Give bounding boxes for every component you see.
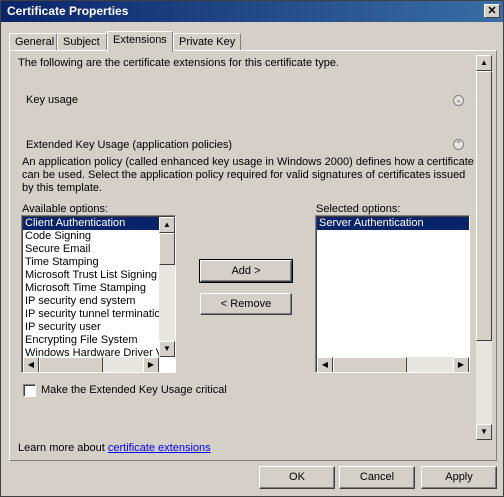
- list-item[interactable]: IP security tunnel termination: [23, 308, 159, 321]
- selected-horizontal-scrollbar[interactable]: ◀ ▶: [317, 357, 469, 372]
- list-item[interactable]: Microsoft Time Stamping: [23, 282, 159, 295]
- certificate-properties-dialog: Certificate Properties ✕ General Subject…: [0, 0, 504, 497]
- learn-more-text: Learn more about certificate extensions: [18, 442, 211, 454]
- scroll-down-arrow-icon[interactable]: ▼: [476, 424, 492, 440]
- tab-subject-label: Subject: [63, 36, 100, 48]
- tab-extensions[interactable]: Extensions: [107, 31, 173, 52]
- scroll-thumb[interactable]: [39, 357, 103, 372]
- description-line-2: can be used. Select the application poli…: [22, 169, 466, 181]
- available-options-label: Available options:: [22, 203, 109, 215]
- tab-private-key-label: Private Key: [179, 36, 236, 48]
- selected-options-items: Server Authentication: [317, 217, 469, 357]
- list-item[interactable]: Windows Hardware Driver Verification: [23, 347, 159, 357]
- tab-general[interactable]: General: [9, 33, 57, 51]
- description-line-1: An application policy (called enhanced k…: [22, 156, 474, 168]
- ok-button-label: OK: [289, 471, 305, 483]
- list-item[interactable]: Time Stamping: [23, 256, 159, 269]
- scroll-right-arrow-icon[interactable]: ▶: [143, 357, 159, 372]
- certificate-extensions-link[interactable]: certificate extensions: [108, 442, 211, 454]
- list-item[interactable]: Secure Email: [23, 243, 159, 256]
- close-icon: ✕: [487, 5, 497, 17]
- eku-critical-checkbox[interactable]: [23, 384, 36, 397]
- available-options-list[interactable]: Client Authentication Code Signing Secur…: [21, 215, 176, 373]
- scroll-thumb[interactable]: [476, 71, 492, 341]
- intro-text: The following are the certificate extens…: [18, 57, 339, 69]
- selected-options-list[interactable]: Server Authentication ◀ ▶: [315, 215, 470, 373]
- remove-button[interactable]: < Remove: [200, 293, 292, 315]
- scroll-left-arrow-icon[interactable]: ◀: [317, 357, 333, 372]
- list-item[interactable]: Client Authentication: [23, 217, 159, 230]
- add-button-label: Add >: [231, 265, 261, 277]
- eku-label: Extended Key Usage (application policies…: [26, 139, 233, 151]
- window-title: Certificate Properties: [7, 4, 129, 18]
- key-usage-label: Key usage: [26, 94, 78, 106]
- learn-more-prefix: Learn more about: [18, 442, 105, 454]
- list-item[interactable]: IP security end system: [23, 295, 159, 308]
- scroll-right-arrow-icon[interactable]: ▶: [453, 357, 469, 372]
- scroll-left-arrow-icon[interactable]: ◀: [23, 357, 39, 372]
- available-options-items: Client Authentication Code Signing Secur…: [23, 217, 159, 357]
- collapse-eku-icon[interactable]: ⌃: [453, 139, 464, 150]
- apply-button[interactable]: Apply: [421, 466, 497, 489]
- tab-extensions-label: Extensions: [113, 34, 167, 46]
- list-item[interactable]: Code Signing: [23, 230, 159, 243]
- tab-private-key[interactable]: Private Key: [173, 33, 241, 51]
- extensions-content: The following are the certificate extens…: [10, 51, 476, 462]
- apply-button-label: Apply: [445, 471, 473, 483]
- close-button[interactable]: ✕: [484, 4, 500, 18]
- panel-vertical-scrollbar[interactable]: ▲ ▼: [476, 55, 492, 440]
- extensions-panel: The following are the certificate extens…: [9, 50, 497, 461]
- list-item[interactable]: Encrypting File System: [23, 334, 159, 347]
- cancel-button-label: Cancel: [359, 471, 395, 483]
- scroll-thumb[interactable]: [159, 233, 175, 265]
- remove-button-label: < Remove: [220, 298, 272, 310]
- available-horizontal-scrollbar[interactable]: ◀ ▶: [23, 357, 159, 372]
- cancel-button[interactable]: Cancel: [339, 466, 415, 489]
- add-button[interactable]: Add >: [199, 259, 293, 283]
- selected-options-label: Selected options:: [316, 203, 401, 215]
- scroll-up-arrow-icon[interactable]: ▲: [476, 55, 492, 71]
- ok-button[interactable]: OK: [259, 466, 335, 489]
- expand-key-usage-icon[interactable]: ⌄: [453, 95, 464, 106]
- available-vertical-scrollbar[interactable]: ▲ ▼: [159, 217, 175, 357]
- scroll-down-arrow-icon[interactable]: ▼: [159, 341, 175, 357]
- list-item[interactable]: Server Authentication: [317, 217, 469, 230]
- list-item[interactable]: IP security user: [23, 321, 159, 334]
- scroll-up-arrow-icon[interactable]: ▲: [159, 217, 175, 233]
- title-bar[interactable]: Certificate Properties ✕: [1, 1, 503, 22]
- eku-critical-label: Make the Extended Key Usage critical: [41, 384, 227, 396]
- description-line-3: by this template.: [22, 182, 103, 194]
- list-item[interactable]: Microsoft Trust List Signing: [23, 269, 159, 282]
- scroll-thumb[interactable]: [333, 357, 407, 372]
- tab-general-label: General: [15, 36, 55, 48]
- tab-subject[interactable]: Subject: [57, 33, 107, 51]
